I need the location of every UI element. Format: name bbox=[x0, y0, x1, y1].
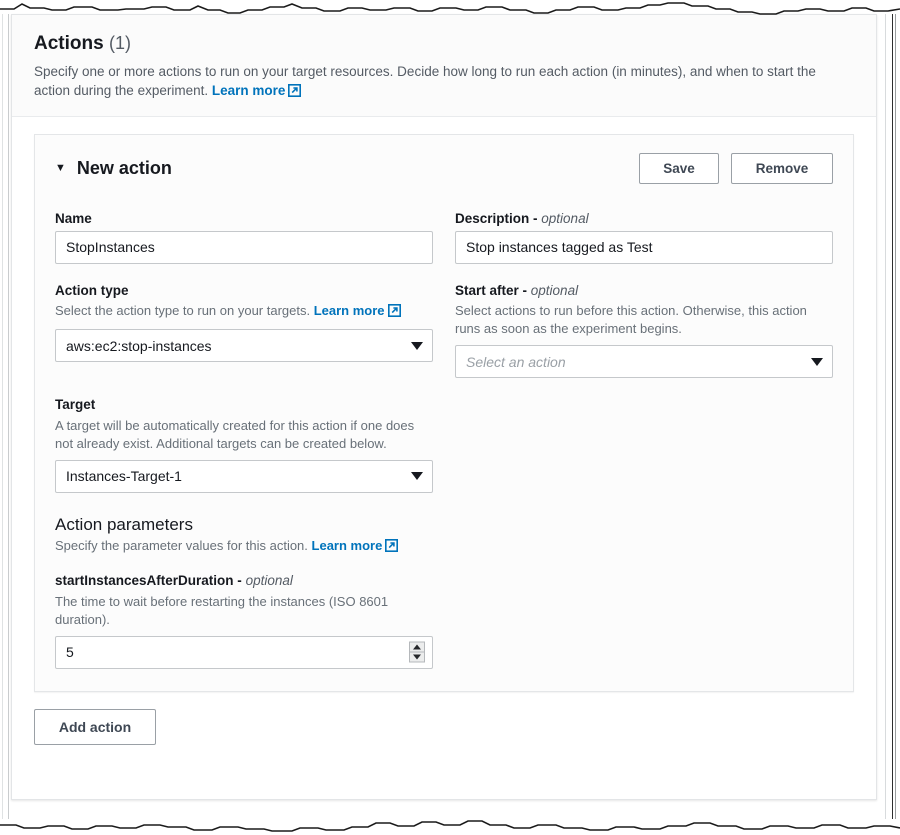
name-label: Name bbox=[55, 210, 433, 228]
action-type-hint-text: Select the action type to run on your ta… bbox=[55, 303, 310, 318]
description-optional-tag: optional bbox=[541, 211, 588, 226]
name-input-value: StopInstances bbox=[66, 239, 155, 255]
name-input[interactable]: StopInstances bbox=[55, 231, 433, 264]
action-parameters-hint-text: Specify the parameter values for this ac… bbox=[55, 538, 308, 553]
start-instances-after-duration-hint: The time to wait before restarting the i… bbox=[55, 593, 433, 629]
torn-paper-bottom-edge bbox=[0, 813, 900, 835]
panel-learn-more-label: Learn more bbox=[212, 83, 286, 98]
description-label: Description - optional bbox=[455, 210, 833, 228]
external-link-icon bbox=[385, 539, 398, 557]
action-type-learn-more-label: Learn more bbox=[314, 303, 385, 318]
frame-rule-left-outer bbox=[2, 14, 3, 819]
actions-panel: Actions (1) Specify one or more actions … bbox=[11, 14, 877, 800]
field-name: Name StopInstances bbox=[55, 210, 433, 264]
field-start-after: Start after - optional Select actions to… bbox=[455, 282, 833, 378]
panel-title-text: Actions bbox=[34, 33, 104, 54]
action-form-grid: Name StopInstances Description - optiona… bbox=[55, 210, 833, 669]
panel-description: Specify one or more actions to run on yo… bbox=[34, 62, 854, 102]
chevron-down-icon bbox=[411, 342, 423, 350]
external-link-icon bbox=[288, 83, 301, 102]
action-parameters-title: Action parameters bbox=[55, 515, 433, 535]
action-parameters-hint: Specify the parameter values for this ac… bbox=[55, 537, 433, 557]
remove-button[interactable]: Remove bbox=[731, 153, 833, 184]
triangle-up-icon bbox=[413, 645, 421, 650]
field-action-type: Action type Select the action type to ru… bbox=[55, 282, 433, 378]
target-hint: A target will be automatically created f… bbox=[55, 417, 433, 453]
action-type-label: Action type bbox=[55, 282, 433, 300]
action-parameters-section: Action parameters Specify the parameter … bbox=[55, 499, 433, 669]
start-after-placeholder: Select an action bbox=[466, 354, 566, 370]
chevron-down-icon bbox=[811, 358, 823, 366]
stepper-increment-button[interactable] bbox=[410, 643, 424, 653]
start-instances-after-duration-label-text: startInstancesAfterDuration - bbox=[55, 573, 242, 588]
frame-rule-right-outer bbox=[895, 14, 896, 819]
field-description: Description - optional Stop instances ta… bbox=[455, 210, 833, 264]
action-card-buttons: Save Remove bbox=[639, 153, 833, 184]
start-after-select[interactable]: Select an action bbox=[455, 345, 833, 378]
save-button[interactable]: Save bbox=[639, 153, 719, 184]
start-after-hint: Select actions to run before this action… bbox=[455, 302, 833, 338]
external-link-icon bbox=[388, 304, 401, 322]
add-action-button[interactable]: Add action bbox=[34, 709, 156, 745]
quantity-stepper[interactable] bbox=[409, 642, 425, 663]
frame-rule-left-inner bbox=[8, 14, 9, 819]
start-after-label-text: Start after - bbox=[455, 283, 527, 298]
frame-rule-right-inner bbox=[885, 14, 886, 819]
target-selected-value: Instances-Target-1 bbox=[66, 468, 182, 484]
action-card-title: New action bbox=[77, 158, 172, 179]
start-after-label: Start after - optional bbox=[455, 282, 833, 300]
panel-learn-more-link[interactable]: Learn more bbox=[212, 83, 302, 98]
start-instances-after-duration-value: 5 bbox=[66, 644, 74, 660]
chevron-down-icon[interactable]: ▼ bbox=[55, 163, 66, 174]
target-label: Target bbox=[55, 396, 433, 414]
action-card-header: ▼ New action Save Remove bbox=[55, 153, 833, 184]
description-label-text: Description - bbox=[455, 211, 538, 226]
action-type-selected-value: aws:ec2:stop-instances bbox=[66, 338, 212, 354]
description-input-value: Stop instances tagged as Test bbox=[466, 239, 653, 255]
description-input[interactable]: Stop instances tagged as Test bbox=[455, 231, 833, 264]
panel-title-count: (1) bbox=[109, 33, 131, 53]
action-card: ▼ New action Save Remove Name StopInstan… bbox=[34, 134, 854, 692]
frame-rule-right-dark bbox=[892, 14, 893, 819]
chevron-down-icon bbox=[411, 472, 423, 480]
panel-header: Actions (1) Specify one or more actions … bbox=[12, 15, 876, 117]
field-target: Target A target will be automatically cr… bbox=[55, 396, 433, 492]
target-select[interactable]: Instances-Target-1 bbox=[55, 460, 433, 493]
panel-body: ▼ New action Save Remove Name StopInstan… bbox=[12, 117, 876, 745]
panel-footer: Add action bbox=[34, 692, 854, 745]
action-type-select[interactable]: aws:ec2:stop-instances bbox=[55, 329, 433, 362]
action-type-hint: Select the action type to run on your ta… bbox=[55, 302, 433, 322]
start-after-optional-tag: optional bbox=[531, 283, 578, 298]
field-start-instances-after-duration: startInstancesAfterDuration - optional T… bbox=[55, 572, 433, 668]
panel-description-text: Specify one or more actions to run on yo… bbox=[34, 64, 816, 98]
action-parameters-learn-more-label: Learn more bbox=[312, 538, 383, 553]
start-instances-after-duration-label: startInstancesAfterDuration - optional bbox=[55, 572, 433, 590]
action-parameters-learn-more-link[interactable]: Learn more bbox=[312, 538, 399, 553]
triangle-down-icon bbox=[413, 655, 421, 660]
page-title: Actions (1) bbox=[34, 33, 854, 56]
start-instances-after-duration-input[interactable]: 5 bbox=[55, 636, 433, 669]
action-card-header-left: ▼ New action bbox=[55, 158, 172, 179]
start-instances-after-duration-optional-tag: optional bbox=[246, 573, 293, 588]
stepper-decrement-button[interactable] bbox=[410, 653, 424, 662]
screenshot-root: Actions (1) Specify one or more actions … bbox=[0, 0, 900, 835]
action-type-learn-more-link[interactable]: Learn more bbox=[314, 303, 401, 318]
